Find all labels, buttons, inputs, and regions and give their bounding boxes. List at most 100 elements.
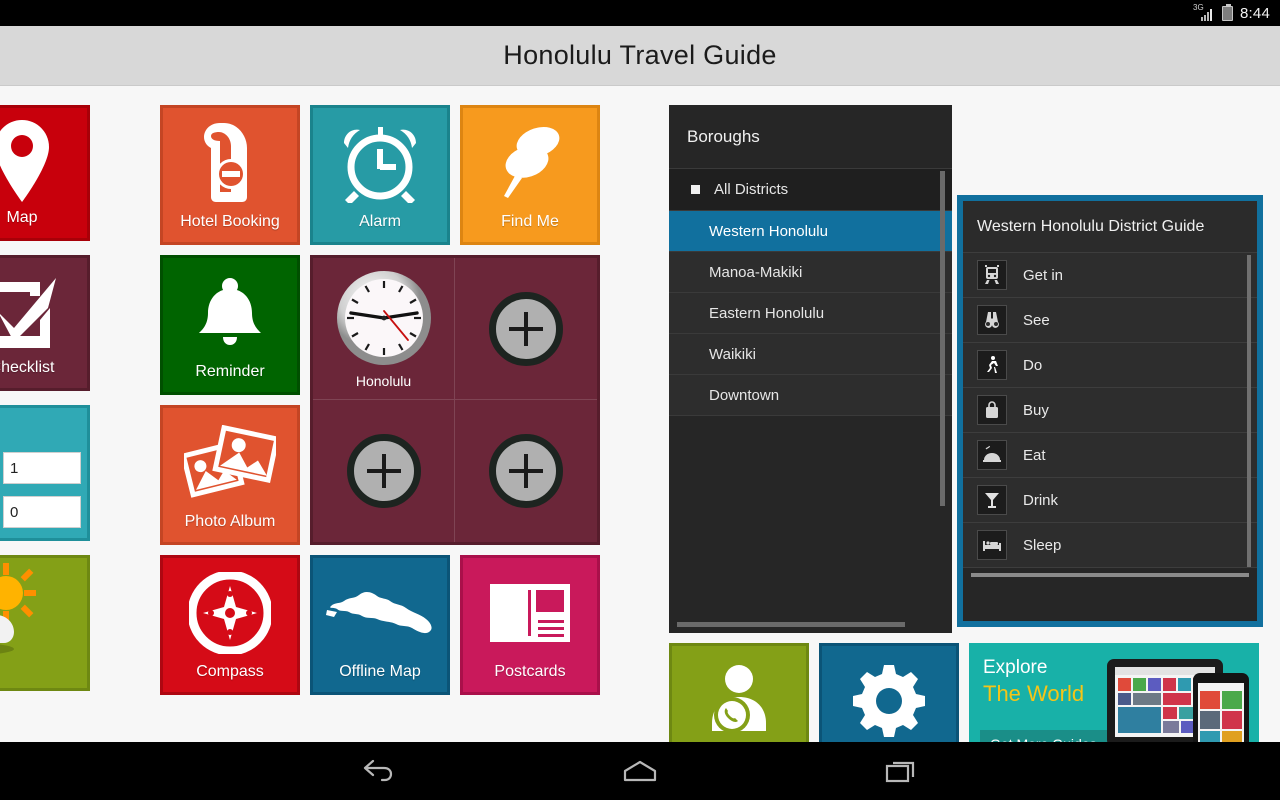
train-icon bbox=[977, 260, 1007, 290]
guide-horizontal-scrollbar[interactable] bbox=[971, 573, 1249, 577]
guide-item-eat[interactable]: Eat bbox=[963, 433, 1257, 478]
guide-item-label: Buy bbox=[1023, 401, 1049, 419]
app-screen: 3G 8:44 Honolulu Travel Guide Map Checkl… bbox=[0, 0, 1280, 800]
map-pin-icon bbox=[0, 120, 87, 202]
boroughs-title: Boroughs bbox=[669, 105, 952, 169]
bell-icon bbox=[163, 272, 297, 354]
boroughs-panel: Boroughs All Districts Western Honolulu … bbox=[669, 105, 952, 633]
shopping-bag-icon bbox=[977, 395, 1007, 425]
guide-item-label: Sleep bbox=[1023, 536, 1062, 554]
world-clock-add-slot[interactable] bbox=[455, 258, 597, 400]
binoculars-icon bbox=[977, 305, 1007, 335]
promo-text: Explore The World bbox=[983, 657, 1084, 707]
tile-label: Compass bbox=[196, 663, 264, 680]
borough-label: Eastern Honolulu bbox=[709, 304, 825, 322]
page-title: Honolulu Travel Guide bbox=[503, 40, 777, 70]
boroughs-list: All Districts Western Honolulu Manoa-Mak… bbox=[669, 169, 952, 416]
food-cloche-icon bbox=[977, 440, 1007, 470]
tile-label: Alarm bbox=[359, 213, 401, 230]
guide-item-sleep[interactable]: Sleep bbox=[963, 523, 1257, 568]
tile-label: Find Me bbox=[501, 213, 559, 230]
plus-icon bbox=[509, 311, 543, 346]
status-bar: 3G 8:44 bbox=[0, 0, 1280, 26]
guide-item-drink[interactable]: Drink bbox=[963, 478, 1257, 523]
island-map-icon bbox=[313, 572, 447, 654]
home-icon[interactable] bbox=[617, 755, 663, 787]
tile-world-clock[interactable]: Honolulu bbox=[310, 255, 600, 545]
tile-weather[interactable] bbox=[0, 555, 90, 691]
guide-item-label: Eat bbox=[1023, 446, 1046, 464]
guide-item-do[interactable]: Do bbox=[963, 343, 1257, 388]
tile-hotel-booking[interactable]: Hotel Booking bbox=[160, 105, 300, 245]
guide-vertical-scrollbar[interactable] bbox=[1247, 255, 1251, 567]
world-clock-add-slot[interactable] bbox=[455, 400, 597, 542]
boroughs-horizontal-scrollbar[interactable] bbox=[677, 622, 905, 627]
signal-3g-icon: 3G bbox=[1193, 4, 1215, 21]
tile-compass[interactable]: Compass bbox=[160, 555, 300, 695]
tile-label: Postcards bbox=[494, 663, 566, 680]
tile-label: Photo Album bbox=[184, 513, 276, 530]
guide-item-buy[interactable]: Buy bbox=[963, 388, 1257, 433]
title-bar: Honolulu Travel Guide bbox=[0, 26, 1280, 86]
world-clock-cell-honolulu[interactable]: Honolulu bbox=[313, 258, 455, 400]
world-clock-add-slot[interactable] bbox=[313, 400, 455, 542]
guide-item-get-in[interactable]: Get in bbox=[963, 253, 1257, 298]
analog-clock-icon bbox=[336, 270, 431, 365]
photos-icon bbox=[163, 422, 297, 504]
borough-item-all-districts[interactable]: All Districts bbox=[669, 169, 952, 211]
tile-board: Map Checklist 1 0 bbox=[0, 87, 1280, 783]
gear-icon bbox=[822, 660, 956, 742]
sun-cloud-icon bbox=[0, 563, 87, 654]
district-guide-panel: Western Honolulu District Guide Get in S… bbox=[957, 195, 1263, 627]
checkbox-checked-icon bbox=[0, 272, 87, 350]
battery-icon bbox=[1222, 3, 1233, 21]
guide-item-label: Do bbox=[1023, 356, 1043, 374]
door-hanger-icon bbox=[163, 122, 297, 204]
status-clock: 8:44 bbox=[1240, 4, 1270, 22]
recents-icon[interactable] bbox=[878, 755, 924, 787]
tile-label: Reminder bbox=[195, 363, 265, 380]
tile-label: Map bbox=[6, 209, 38, 226]
borough-item-manoa-makiki[interactable]: Manoa-Makiki bbox=[669, 252, 952, 293]
borough-label: All Districts bbox=[714, 181, 789, 198]
tile-reminder[interactable]: Reminder bbox=[160, 255, 300, 395]
currency-input-from[interactable]: 1 bbox=[3, 452, 81, 484]
android-nav-bar bbox=[0, 742, 1280, 800]
borough-item-eastern-honolulu[interactable]: Eastern Honolulu bbox=[669, 293, 952, 334]
tile-label: Hotel Booking bbox=[180, 213, 280, 230]
borough-item-downtown[interactable]: Downtown bbox=[669, 375, 952, 416]
push-pin-icon bbox=[463, 122, 597, 204]
plus-icon bbox=[509, 454, 543, 488]
person-call-icon bbox=[672, 660, 806, 742]
bed-icon bbox=[977, 530, 1007, 560]
tile-offline-map[interactable]: Offline Map bbox=[310, 555, 450, 695]
tile-photo-album[interactable]: Photo Album bbox=[160, 405, 300, 545]
borough-label: Western Honolulu bbox=[709, 222, 828, 240]
tile-map[interactable]: Map bbox=[0, 105, 90, 241]
district-guide-title: Western Honolulu District Guide bbox=[963, 201, 1257, 253]
borough-item-western-honolulu[interactable]: Western Honolulu bbox=[669, 211, 952, 252]
cocktail-glass-icon bbox=[977, 485, 1007, 515]
tile-label: Offline Map bbox=[339, 663, 421, 680]
borough-item-waikiki[interactable]: Waikiki bbox=[669, 334, 952, 375]
compass-icon bbox=[163, 572, 297, 654]
tile-find-me[interactable]: Find Me bbox=[460, 105, 600, 245]
currency-input-to[interactable]: 0 bbox=[3, 496, 81, 528]
add-clock-button[interactable] bbox=[489, 434, 563, 508]
walking-person-icon bbox=[977, 350, 1007, 380]
guide-item-label: See bbox=[1023, 311, 1050, 329]
tile-postcards[interactable]: Postcards bbox=[460, 555, 600, 695]
guide-item-see[interactable]: See bbox=[963, 298, 1257, 343]
add-clock-button[interactable] bbox=[489, 291, 563, 366]
tile-alarm[interactable]: Alarm bbox=[310, 105, 450, 245]
borough-label: Manoa-Makiki bbox=[709, 263, 803, 281]
tile-currency-converter[interactable]: 1 0 bbox=[0, 405, 90, 541]
alarm-clock-icon bbox=[313, 122, 447, 204]
postcard-icon bbox=[463, 572, 597, 654]
add-clock-button[interactable] bbox=[346, 434, 421, 508]
back-icon[interactable] bbox=[356, 755, 402, 787]
tile-checklist[interactable]: Checklist bbox=[0, 255, 90, 391]
tile-label: Checklist bbox=[0, 359, 55, 376]
guide-item-label: Drink bbox=[1023, 491, 1059, 509]
boroughs-vertical-scrollbar[interactable] bbox=[940, 171, 945, 506]
